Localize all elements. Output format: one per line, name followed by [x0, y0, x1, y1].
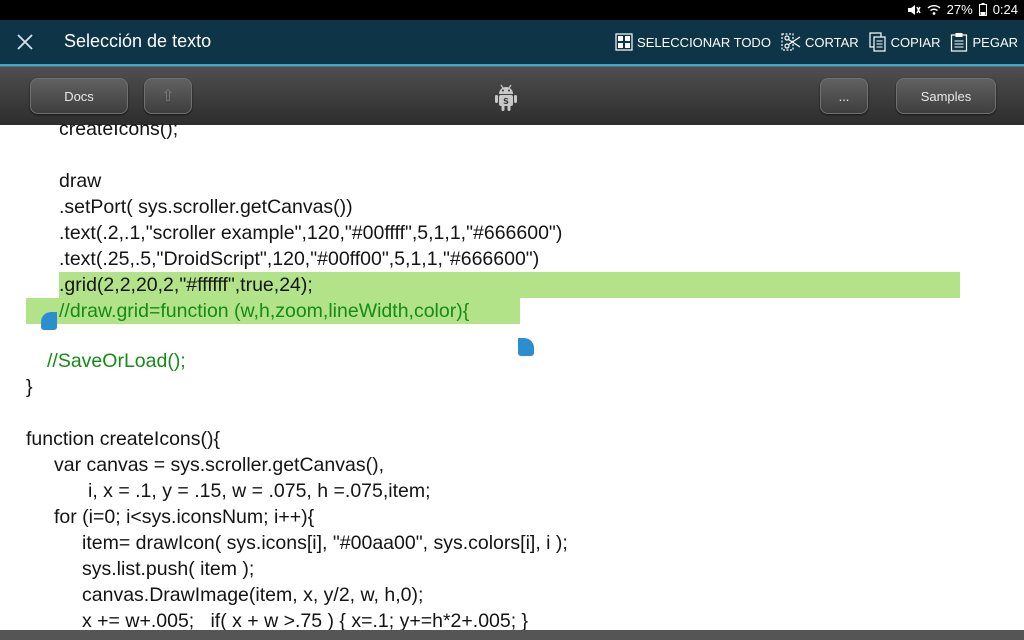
- scissors-icon: [781, 32, 801, 52]
- up-button[interactable]: ⇧: [144, 78, 192, 114]
- battery-percent: 27%: [946, 2, 973, 17]
- editor-toolbar: Docs ⇧ S ... Samples: [0, 66, 1024, 125]
- code-line: createIcons();: [59, 124, 179, 140]
- code-line: .text(.2,.1,"scroller example",120,"#00f…: [59, 222, 563, 244]
- mute-icon: [907, 4, 921, 16]
- select-all-button[interactable]: SELECCIONAR TODO: [615, 30, 771, 54]
- code-line: draw: [59, 170, 102, 192]
- code-line: .setPort( sys.scroller.getCanvas()): [59, 196, 353, 218]
- clipboard-icon: [950, 32, 968, 52]
- status-bar: 27% 0:24: [0, 0, 1024, 20]
- clock: 0:24: [992, 2, 1018, 17]
- docs-button[interactable]: Docs: [30, 78, 128, 114]
- close-icon[interactable]: [14, 31, 36, 53]
- paste-label: PEGAR: [972, 34, 1018, 50]
- text-selection-action-bar: Selección de texto SELECCIONAR TODO CORT…: [0, 20, 1024, 64]
- selection-start-handle[interactable]: [41, 312, 57, 330]
- android-icon[interactable]: S: [490, 81, 522, 113]
- code-line: canvas.DrawImage(item, x, y/2, w, h,0);: [82, 584, 424, 606]
- bottom-bar: [0, 630, 1024, 640]
- code-line: i, x = .1, y = .15, w = .075, h =.075,it…: [88, 480, 431, 502]
- code-line: .text(.25,.5,"DroidScript",120,"#00ff00"…: [59, 248, 540, 270]
- cut-label: CORTAR: [804, 34, 859, 50]
- wifi-icon: [927, 4, 941, 16]
- code-editor[interactable]: createIcons(); draw .setPort( sys.scroll…: [0, 124, 1024, 632]
- code-line: x += w+.005; if( x + w >.75 ) { x=.1; y+…: [82, 610, 529, 632]
- cut-button[interactable]: CORTAR: [781, 30, 859, 54]
- paste-button[interactable]: PEGAR: [950, 30, 1018, 54]
- code-line: .grid(2,2,20,2,"#ffffff",true,24);: [59, 274, 313, 296]
- code-line: var canvas = sys.scroller.getCanvas(),: [54, 454, 384, 476]
- select-all-icon: [615, 33, 633, 51]
- code-line: sys.list.push( item );: [82, 558, 255, 580]
- code-line: function createIcons(){: [26, 428, 221, 450]
- selection-end-handle[interactable]: [518, 338, 534, 356]
- status-icons: 27% 0:24: [907, 2, 1018, 17]
- battery-icon: [978, 3, 987, 16]
- svg-text:S: S: [503, 97, 509, 106]
- more-button[interactable]: ...: [820, 78, 868, 114]
- code-line: }: [26, 376, 33, 398]
- code-line: //SaveOrLoad();: [47, 350, 186, 372]
- samples-button[interactable]: Samples: [896, 78, 996, 114]
- copy-button[interactable]: COPIAR: [869, 30, 941, 54]
- select-all-label: SELECCIONAR TODO: [637, 34, 771, 50]
- code-line: //draw.grid=function (w,h,zoom,lineWidth…: [59, 300, 470, 322]
- action-bar-title: Selección de texto: [64, 31, 212, 51]
- copy-label: COPIAR: [890, 34, 941, 50]
- code-line: item= drawIcon( sys.icons[i], "#00aa00",…: [82, 532, 568, 554]
- code-line: for (i=0; i<sys.iconsNum; i++){: [54, 506, 315, 528]
- copy-icon: [869, 32, 887, 52]
